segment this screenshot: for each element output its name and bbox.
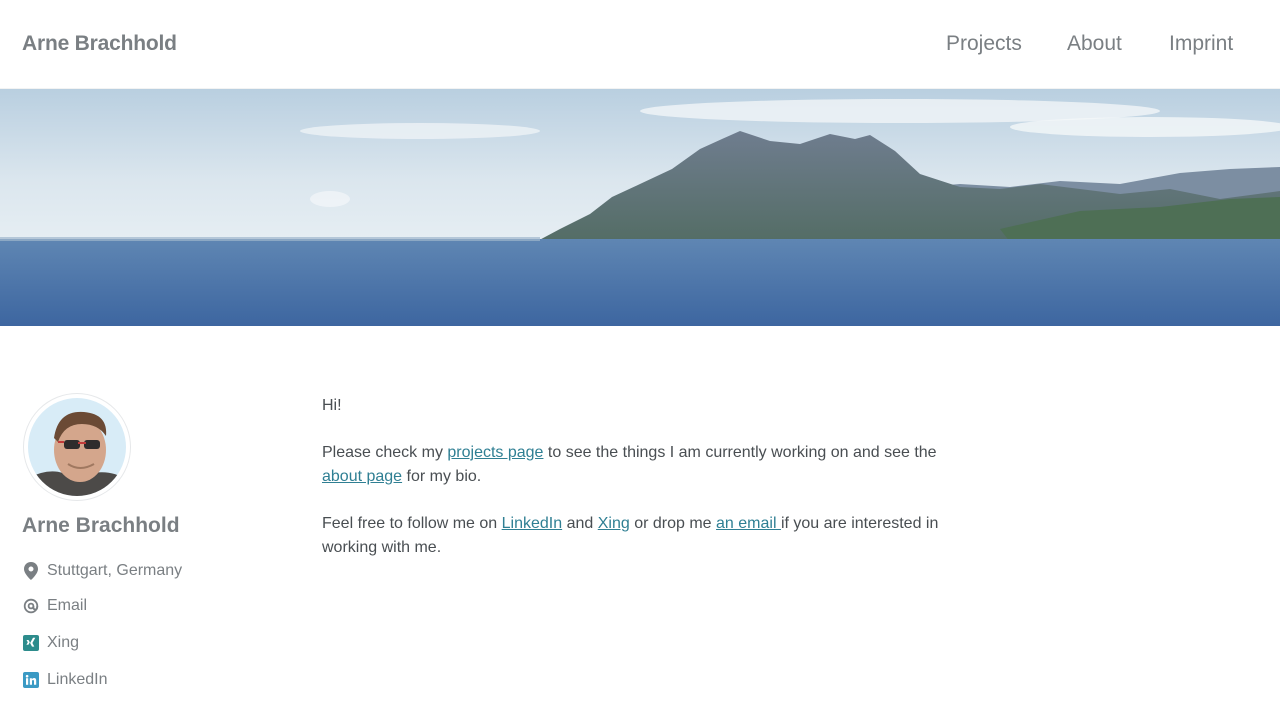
email-link[interactable]: Email xyxy=(22,595,87,617)
intro-text-2: to see the things I am currently working… xyxy=(543,444,937,461)
linkedin-text-link[interactable]: LinkedIn xyxy=(502,515,563,532)
xing-icon xyxy=(22,634,40,652)
main-content: Hi! Please check my projects page to see… xyxy=(322,394,962,583)
intro-paragraph: Please check my projects page to see the… xyxy=(322,441,962,489)
linkedin-link[interactable]: LinkedIn xyxy=(22,669,108,691)
nav-about[interactable]: About xyxy=(1067,32,1122,56)
follow-text-1: Feel free to follow me on xyxy=(322,515,502,532)
intro-text-3: for my bio. xyxy=(402,468,482,485)
nav-projects[interactable]: Projects xyxy=(946,32,1022,56)
projects-page-link[interactable]: projects page xyxy=(447,444,543,461)
email-label[interactable]: Email xyxy=(47,597,87,615)
greeting: Hi! xyxy=(322,397,342,414)
xing-link[interactable]: Xing xyxy=(22,632,79,654)
avatar-photo xyxy=(28,398,126,496)
xing-text-link[interactable]: Xing xyxy=(598,515,630,532)
hero-image xyxy=(0,89,1280,326)
about-page-link[interactable]: about page xyxy=(322,468,402,485)
map-marker-icon xyxy=(22,562,40,580)
linkedin-label[interactable]: LinkedIn xyxy=(47,671,108,689)
site-title[interactable]: Arne Brachhold xyxy=(22,32,177,56)
linkedin-icon xyxy=(22,671,40,689)
location: Stuttgart, Germany xyxy=(22,560,182,582)
follow-text-3: or drop me xyxy=(629,515,717,532)
follow-text-2: and xyxy=(562,515,598,532)
avatar xyxy=(23,393,131,501)
intro-text-1: Please check my xyxy=(322,444,448,461)
email-text-link[interactable]: an email xyxy=(716,515,781,532)
location-label: Stuttgart, Germany xyxy=(47,562,183,579)
at-icon xyxy=(22,597,40,615)
xing-label[interactable]: Xing xyxy=(47,634,79,652)
author-name: Arne Brachhold xyxy=(22,514,180,537)
nav-imprint[interactable]: Imprint xyxy=(1169,32,1233,56)
follow-paragraph: Feel free to follow me on LinkedIn and X… xyxy=(322,512,962,560)
masthead: Arne Brachhold Projects About Imprint xyxy=(0,0,1280,89)
